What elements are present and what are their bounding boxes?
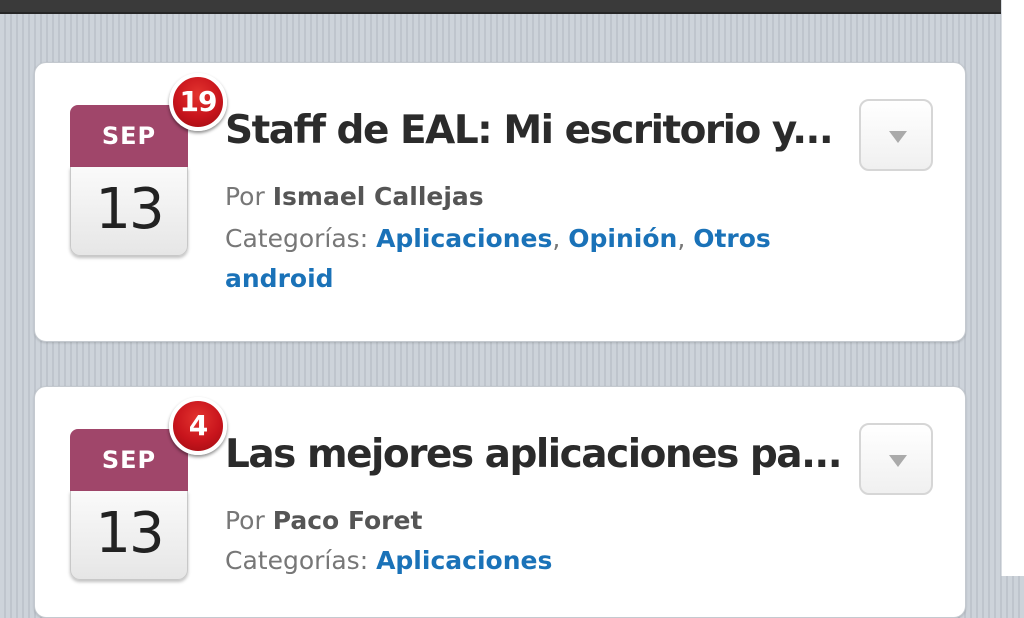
date-day: 13 [70, 167, 188, 256]
post-options-button[interactable] [859, 423, 933, 495]
post-author-line: Por Ismael Callejas [225, 177, 825, 217]
chevron-down-icon [889, 131, 907, 143]
comment-count-badge[interactable]: 19 [169, 73, 227, 131]
date-calendar-icon: SEP 13 [70, 105, 188, 257]
author-prefix: Por [225, 506, 273, 535]
category-separator: , [552, 224, 569, 253]
post-title[interactable]: Staff de EAL: Mi escritorio y... [225, 105, 845, 157]
post-author-line: Por Paco Foret [225, 501, 825, 541]
category-link-aplicaciones[interactable]: Aplicaciones [376, 546, 552, 575]
post-card[interactable]: SEP 13 4 Las mejores aplicaciones pa... … [34, 386, 966, 618]
comment-count-badge[interactable]: 4 [169, 397, 227, 455]
post-categories-line: Categorías: Aplicaciones [225, 541, 825, 581]
category-separator: , [677, 224, 694, 253]
post-options-button[interactable] [859, 99, 933, 171]
post-card[interactable]: SEP 13 19 Staff de EAL: Mi escritorio y.… [34, 62, 966, 342]
post-categories-line: Categorías: Aplicaciones, Opinión, Otros… [225, 219, 825, 299]
right-edge-panel [1001, 0, 1024, 576]
date-month: SEP [70, 429, 188, 491]
chevron-down-icon [889, 455, 907, 467]
top-bar [0, 0, 1002, 14]
author-name[interactable]: Paco Foret [273, 506, 423, 535]
category-link-aplicaciones[interactable]: Aplicaciones [376, 224, 552, 253]
date-month: SEP [70, 105, 188, 167]
category-link-opinion[interactable]: Opinión [568, 224, 677, 253]
author-prefix: Por [225, 182, 273, 211]
categories-label: Categorías: [225, 546, 377, 575]
date-calendar-icon: SEP 13 [70, 429, 188, 581]
date-day: 13 [70, 491, 188, 580]
author-name[interactable]: Ismael Callejas [273, 182, 484, 211]
post-title[interactable]: Las mejores aplicaciones pa... [225, 429, 845, 481]
categories-label: Categorías: [225, 224, 377, 253]
